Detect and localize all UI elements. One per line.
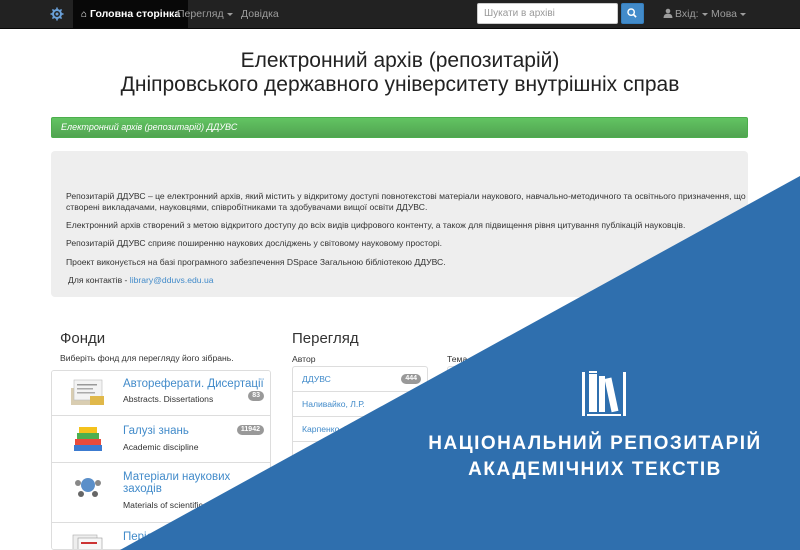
- page-title-line2: Дніпровського державного університету вн…: [120, 73, 680, 96]
- contacts-email-link[interactable]: library@dduvs.edu.ua: [130, 275, 214, 285]
- count-badge: 83: [248, 391, 264, 401]
- community-title: Автореферати. Дисертації: [123, 378, 264, 390]
- user-icon: [663, 8, 673, 18]
- nav-browse-label: Перегляд: [177, 8, 224, 20]
- contacts-line: Для контактів - library@dduvs.edu.ua: [68, 275, 753, 286]
- count-badge: 11942: [236, 425, 264, 435]
- intro-paragraph-1: Репозитарій ДДУВС – це електронний архів…: [66, 191, 746, 212]
- dspace-logo-icon[interactable]: [50, 7, 64, 21]
- browse-theme-label: Тема: [447, 354, 468, 364]
- home-icon: ⌂: [81, 9, 88, 20]
- intro-panel: Репозитарій ДДУВС – це електронний архів…: [51, 151, 748, 297]
- chevron-down-icon: [701, 12, 708, 16]
- language-dropdown[interactable]: Мова: [711, 0, 747, 29]
- community-item[interactable]: Галузі знань Academic discipline 11942: [52, 417, 270, 463]
- login-label: Вхід:: [675, 8, 699, 20]
- author-item[interactable]: Наливайко, Л.Р.: [293, 392, 427, 417]
- overlay-line-1: НАЦІОНАЛЬНИЙ РЕПОЗИТАРІЙ: [428, 433, 762, 454]
- dissertation-thumbnail-icon: [71, 379, 104, 405]
- language-label: Мова: [711, 8, 738, 20]
- browse-author-label: Автор: [292, 354, 316, 364]
- repository-logo-icon: [582, 371, 626, 416]
- chevron-down-icon: [740, 12, 747, 16]
- funds-heading: Фонди: [60, 330, 106, 347]
- search-icon: [627, 8, 637, 18]
- count-badge: 11: [248, 484, 264, 494]
- nav-browse-dropdown[interactable]: Перегляд: [177, 0, 233, 29]
- community-list: Автореферати. Дисертації Abstracts. Diss…: [51, 370, 271, 550]
- community-subtitle: Academic discipline: [123, 442, 199, 452]
- community-item[interactable]: Періоди Pe: [52, 524, 270, 549]
- page-title: Електронний архів (репозитарій) Дніпровс…: [0, 49, 800, 97]
- overlay-line-2: АКАДЕМІЧНИХ ТЕКСТІВ: [468, 459, 722, 480]
- community-subtitle: Materials of scientific events: [123, 500, 231, 510]
- search-button[interactable]: [621, 3, 644, 24]
- top-navbar: ⌂Головна сторінка Перегляд Довідка Вхід:…: [0, 0, 800, 29]
- login-dropdown[interactable]: Вхід:: [663, 0, 708, 29]
- nav-home-link[interactable]: ⌂ Головна сторінка: [73, 0, 189, 29]
- community-title: Матеріали наукових заходів: [123, 471, 231, 495]
- author-name: Ч: [302, 449, 308, 459]
- search-input[interactable]: [477, 3, 618, 24]
- nav-home-label: Головна сторінка: [90, 8, 181, 20]
- community-subtitle: Abstracts. Dissertations: [123, 394, 214, 404]
- intro-paragraph-2: Електронний архів створений з метою відк…: [66, 220, 686, 230]
- chevron-down-icon: [226, 12, 233, 16]
- author-name: Наливайко, Л.Р.: [302, 399, 365, 409]
- books-thumbnail-icon: [74, 427, 102, 451]
- community-item[interactable]: Матеріали наукових заходів Materials of …: [52, 464, 270, 523]
- intro-paragraph-4: Проект виконується на базі програмного з…: [66, 257, 446, 267]
- repository-banner: Електронний архів (репозитарій) ДДУВС: [51, 117, 748, 138]
- author-name: ДДУВС: [302, 374, 331, 384]
- browse-heading: Перегляд: [292, 330, 359, 347]
- contacts-label: Для контактів -: [68, 275, 128, 285]
- funds-subheading: Виберіть фонд для перегляду його зібрань…: [60, 353, 234, 363]
- intro-paragraph-3: Репозитарій ДДУВС сприяє поширенню науко…: [66, 238, 443, 248]
- page-title-line1: Електронний архів (репозитарій): [240, 49, 560, 72]
- author-name: Карпенко, Р.: [302, 424, 351, 434]
- author-item[interactable]: ДДУВС 444: [293, 367, 427, 392]
- periodicals-thumbnail-icon: [72, 534, 103, 549]
- community-title: Періоди: [123, 531, 166, 543]
- nav-help-link[interactable]: Довідка: [241, 0, 279, 29]
- conference-thumbnail-icon: [75, 478, 101, 497]
- count-badge: 444: [401, 374, 421, 384]
- community-item[interactable]: Автореферати. Дисертації Abstracts. Diss…: [52, 371, 270, 416]
